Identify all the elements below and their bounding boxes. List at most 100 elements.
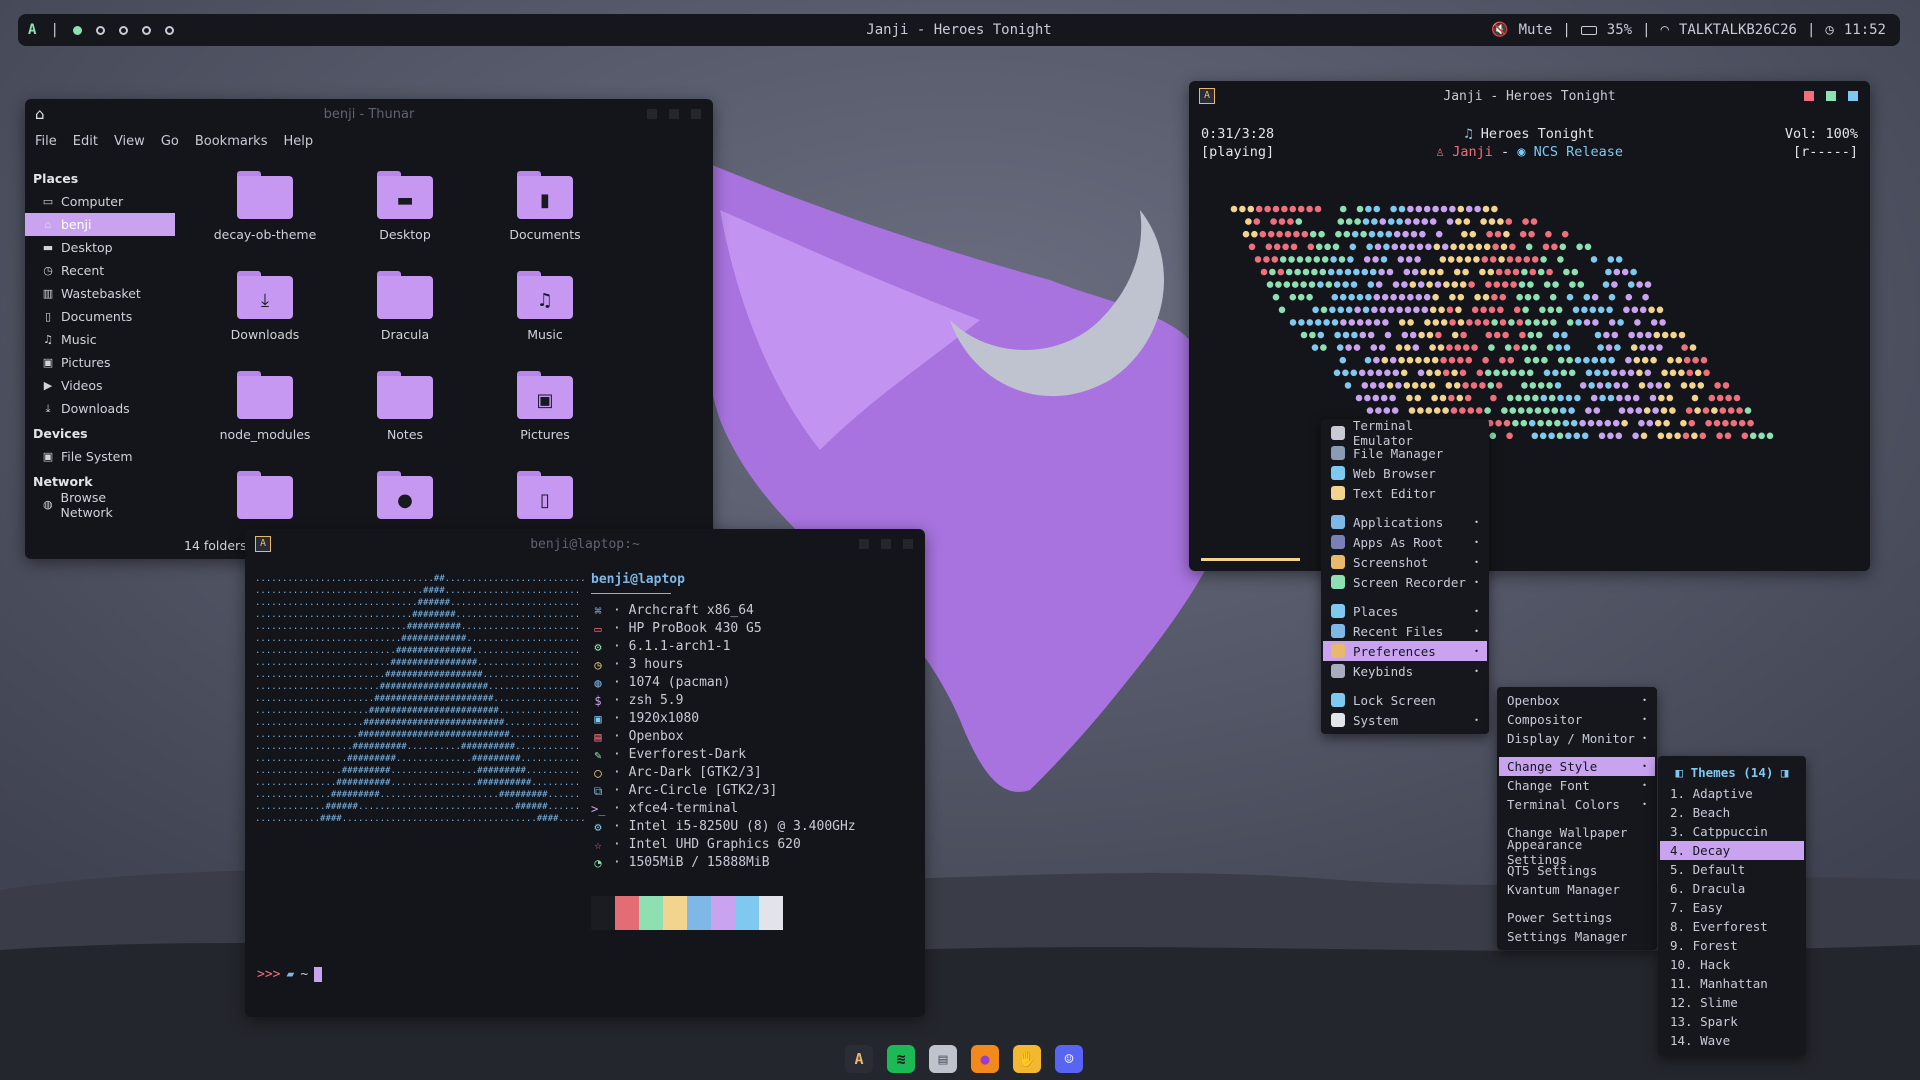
- archcraft-logo-icon[interactable]: A: [845, 1045, 873, 1073]
- theme-item[interactable]: 12. Slime: [1660, 993, 1804, 1012]
- theme-item[interactable]: 2. Beach: [1660, 803, 1804, 822]
- menu-item-text-editor[interactable]: Text Editor: [1323, 483, 1487, 503]
- menu-item-apps-as-root[interactable]: Apps As Root •: [1323, 532, 1487, 552]
- menu-item-display-monitor[interactable]: Display / Monitor •: [1499, 729, 1655, 748]
- menu-item-lock-screen[interactable]: Lock Screen: [1323, 690, 1487, 710]
- maximize-button[interactable]: [1826, 91, 1836, 101]
- workspace-4[interactable]: [141, 25, 151, 35]
- menu-item-settings-manager[interactable]: Settings Manager: [1499, 927, 1655, 946]
- theme-item[interactable]: 13. Spark: [1660, 1012, 1804, 1031]
- clock[interactable]: 11:52: [1844, 22, 1886, 38]
- wifi-network[interactable]: TALKTALKB26C26: [1679, 22, 1797, 38]
- menu-help[interactable]: Help: [283, 134, 313, 149]
- menu-item-system[interactable]: System •: [1323, 710, 1487, 730]
- sidebar-item-music[interactable]: ♫ Music: [25, 328, 175, 351]
- theme-item[interactable]: 11. Manhattan: [1660, 974, 1804, 993]
- theme-item[interactable]: 6. Dracula: [1660, 879, 1804, 898]
- sidebar-item-documents[interactable]: ▯ Documents: [25, 305, 175, 328]
- sidebar-item-videos[interactable]: ▶ Videos: [25, 374, 175, 397]
- workspace-5[interactable]: [164, 25, 174, 35]
- maximize-button[interactable]: [881, 539, 891, 549]
- menu-file[interactable]: File: [35, 134, 57, 149]
- sidebar-item-pictures[interactable]: ▣ Pictures: [25, 351, 175, 374]
- workspace-1[interactable]: [72, 25, 82, 35]
- folder-item[interactable]: Notes: [335, 371, 475, 459]
- menu-item-applications[interactable]: Applications •: [1323, 512, 1487, 532]
- menu-item-recent-files[interactable]: Recent Files •: [1323, 621, 1487, 641]
- sidebar-item-recent[interactable]: ◷ Recent: [25, 259, 175, 282]
- window-titlebar[interactable]: A benji@laptop:~: [245, 529, 925, 559]
- arch-logo-icon[interactable]: A: [28, 22, 36, 38]
- folder-item[interactable]: node_modules: [195, 371, 335, 459]
- theme-item[interactable]: 10. Hack: [1660, 955, 1804, 974]
- close-button[interactable]: [903, 539, 913, 549]
- progress-bar[interactable]: [1201, 558, 1300, 561]
- sidebar-item-downloads[interactable]: ⤓ Downloads: [25, 397, 175, 420]
- menu-item-appearance-settings[interactable]: Appearance Settings: [1499, 837, 1655, 867]
- minimize-button[interactable]: [1848, 91, 1858, 101]
- menu-item-compositor[interactable]: Compositor •: [1499, 710, 1655, 729]
- shell-prompt[interactable]: >>> ▰ ~: [257, 967, 323, 982]
- theme-item[interactable]: 4. Decay: [1660, 841, 1804, 860]
- menu-item-power-settings[interactable]: Power Settings: [1499, 908, 1655, 927]
- theme-item[interactable]: 5. Default: [1660, 860, 1804, 879]
- discord-icon[interactable]: ☺: [1055, 1045, 1083, 1073]
- sidebar-item-benji[interactable]: ⌂ benji: [25, 213, 175, 236]
- theme-item[interactable]: 9. Forest: [1660, 936, 1804, 955]
- menu-item-change-style[interactable]: Change Style •: [1499, 757, 1655, 776]
- theme-item[interactable]: 14. Wave: [1660, 1031, 1804, 1050]
- close-button[interactable]: [1804, 91, 1814, 101]
- maximize-button[interactable]: [669, 109, 679, 119]
- theme-item[interactable]: 3. Catppuccin: [1660, 822, 1804, 841]
- visualizer-dot: [1766, 432, 1774, 440]
- hand-icon[interactable]: ✋: [1013, 1045, 1041, 1073]
- window-titlebar[interactable]: A Janji - Heroes Tonight: [1189, 81, 1870, 111]
- menu-item-screen-recorder[interactable]: Screen Recorder •: [1323, 572, 1487, 592]
- sidebar-item-computer[interactable]: ▭ Computer: [25, 190, 175, 213]
- theme-item[interactable]: 8. Everforest: [1660, 917, 1804, 936]
- menu-item-web-browser[interactable]: Web Browser: [1323, 463, 1487, 483]
- theme-item[interactable]: 1. Adaptive: [1660, 784, 1804, 803]
- folder-item[interactable]: ▮ Documents: [475, 171, 615, 259]
- visualizer-dot: [1355, 394, 1363, 402]
- workspace-2[interactable]: [95, 25, 105, 35]
- sidebar-item-wastebasket[interactable]: ▥ Wastebasket: [25, 282, 175, 305]
- window-titlebar[interactable]: ⌂ benji - Thunar: [25, 99, 713, 129]
- folder-item[interactable]: ▬ Desktop: [335, 171, 475, 259]
- menu-bookmarks[interactable]: Bookmarks: [195, 134, 268, 149]
- menu-item-change-font[interactable]: Change Font •: [1499, 776, 1655, 795]
- menu-item-kvantum-manager[interactable]: Kvantum Manager: [1499, 880, 1655, 899]
- spotify-icon[interactable]: ≋: [887, 1045, 915, 1073]
- menu-go[interactable]: Go: [161, 134, 179, 149]
- close-button[interactable]: [691, 109, 701, 119]
- menu-view[interactable]: View: [114, 134, 145, 149]
- volume-mute-icon[interactable]: 🔇: [1491, 22, 1508, 38]
- minimize-button[interactable]: [647, 109, 657, 119]
- sidebar-item-filesystem[interactable]: ▣ File System: [25, 445, 175, 468]
- workspace-3[interactable]: [118, 25, 128, 35]
- folder-item[interactable]: Dracula: [335, 271, 475, 359]
- folder-item[interactable]: decay-ob-theme: [195, 171, 335, 259]
- menu-item-qt5-settings[interactable]: QT5 Settings: [1499, 861, 1655, 880]
- theme-item[interactable]: 7. Easy: [1660, 898, 1804, 917]
- sidebar-item-label: Recent: [61, 263, 105, 278]
- sidebar-item-browse-network[interactable]: ◍ Browse Network: [25, 490, 175, 520]
- folder-item[interactable]: ⤓ Downloads: [195, 271, 335, 359]
- menu-edit[interactable]: Edit: [73, 134, 98, 149]
- menu-item-keybinds[interactable]: Keybinds •: [1323, 661, 1487, 681]
- folder-item[interactable]: ▣ Pictures: [475, 371, 615, 459]
- menu-item-openbox[interactable]: Openbox •: [1499, 691, 1655, 710]
- menu-item-places[interactable]: Places •: [1323, 601, 1487, 621]
- minimize-button[interactable]: [859, 539, 869, 549]
- menu-item-preferences[interactable]: Preferences •: [1323, 641, 1487, 661]
- volume-label[interactable]: Mute: [1519, 22, 1553, 38]
- menu-item-file-manager[interactable]: File Manager: [1323, 443, 1487, 463]
- menu-item-terminal-emulator[interactable]: Terminal Emulator: [1323, 418, 1487, 448]
- firefox-icon[interactable]: ●: [971, 1045, 999, 1073]
- menu-item-terminal-colors[interactable]: Terminal Colors •: [1499, 795, 1655, 814]
- menu-item-screenshot[interactable]: Screenshot •: [1323, 552, 1487, 572]
- battery-percent[interactable]: 35%: [1607, 22, 1632, 38]
- sidebar-item-desktop[interactable]: ▬ Desktop: [25, 236, 175, 259]
- folder-item[interactable]: ♫ Music: [475, 271, 615, 359]
- files-icon[interactable]: ▤: [929, 1045, 957, 1073]
